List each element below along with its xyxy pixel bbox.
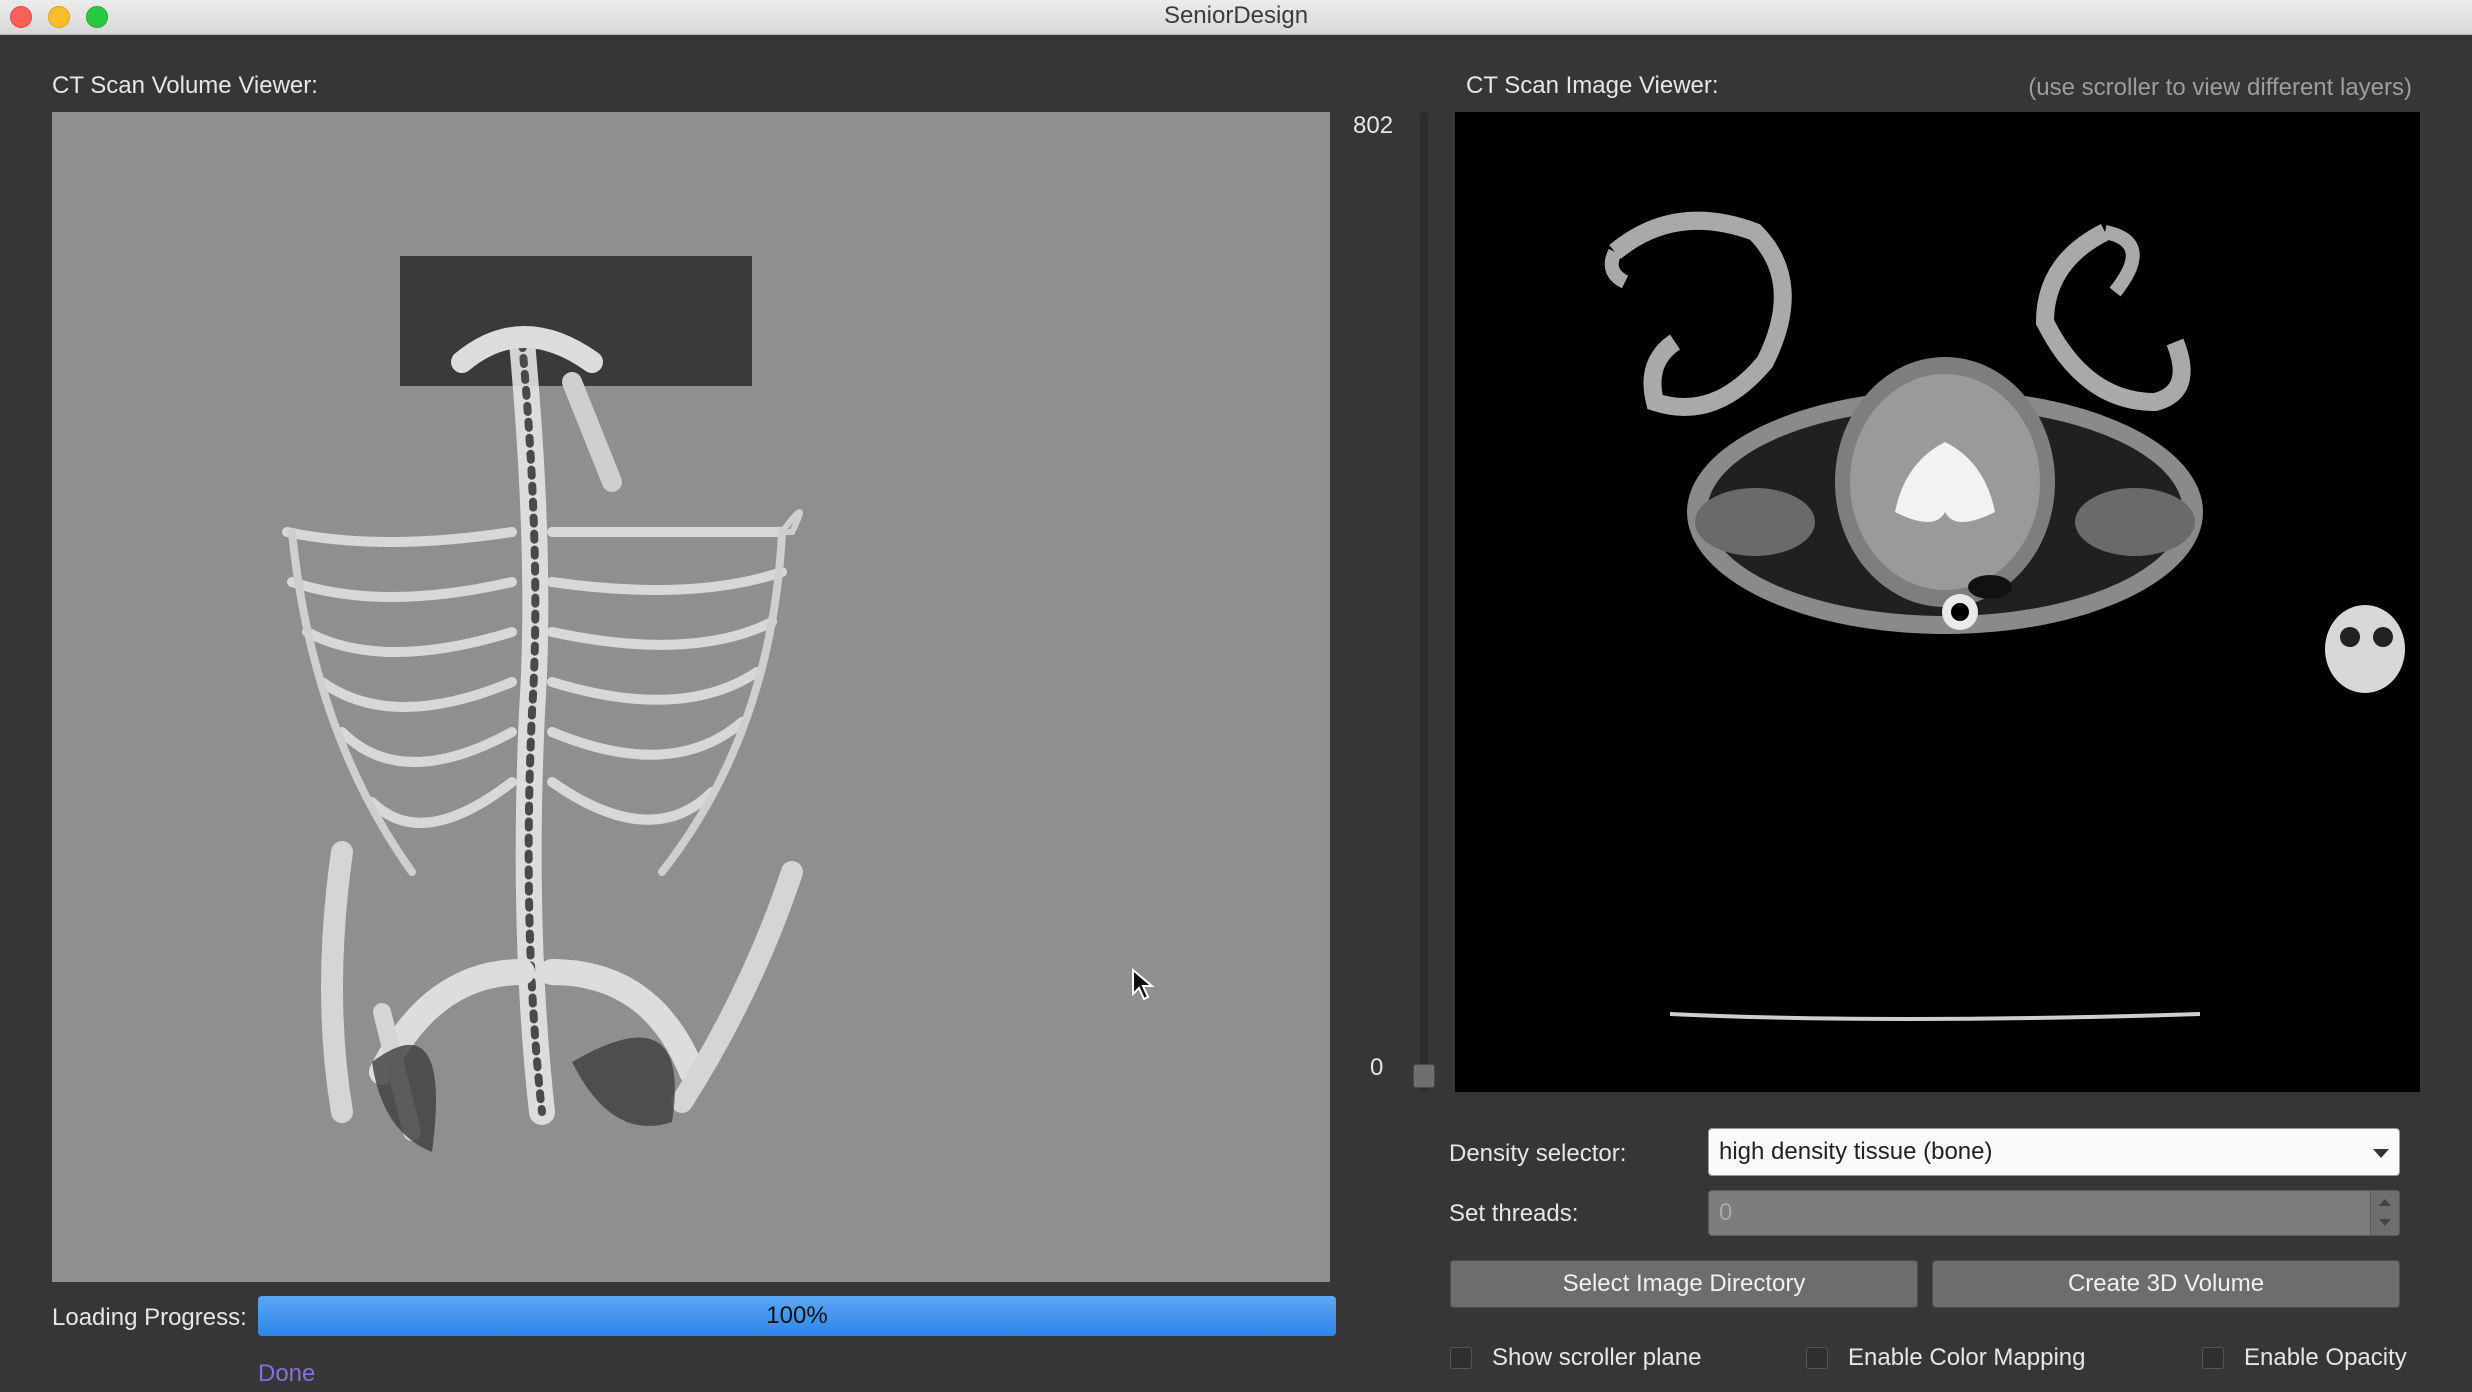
stepper-down-icon[interactable] — [2379, 1219, 2391, 1226]
loading-progress-text: 100% — [766, 1302, 828, 1329]
checkbox-box[interactable] — [1806, 1347, 1828, 1369]
window-title: SeniorDesign — [1163, 2, 1309, 29]
show-scroller-plane-checkbox[interactable]: Show scroller plane — [1450, 1344, 1701, 1372]
select-image-directory-button[interactable]: Select Image Directory — [1450, 1260, 1918, 1308]
loading-progress-label: Loading Progress: — [52, 1304, 247, 1331]
density-selector[interactable]: high density tissue (bone) — [1708, 1128, 2400, 1176]
threads-input[interactable]: 0 — [1708, 1190, 2400, 1236]
layer-slider-min-label: 0 — [1370, 1054, 1384, 1081]
stepper-up-icon[interactable] — [2379, 1199, 2391, 1206]
layer-slider[interactable] — [1420, 112, 1428, 1092]
density-selected-value: high density tissue (bone) — [1719, 1138, 1993, 1165]
checkbox-box[interactable] — [2202, 1347, 2224, 1369]
image-viewer-hint: (use scroller to view different layers) — [2028, 74, 2412, 101]
cursor-icon — [1132, 968, 1155, 1001]
layer-slider-thumb[interactable] — [1413, 1064, 1435, 1088]
checkbox-label: Enable Opacity — [2244, 1344, 2407, 1371]
threads-label: Set threads: — [1449, 1200, 1579, 1227]
threads-stepper[interactable] — [2370, 1191, 2399, 1235]
threads-value: 0 — [1719, 1199, 1733, 1226]
chevron-down-icon — [2373, 1149, 2389, 1158]
loading-status-done: Done — [258, 1360, 316, 1387]
image-viewer-canvas[interactable] — [1455, 112, 2420, 1092]
create-3d-volume-button[interactable]: Create 3D Volume — [1932, 1260, 2400, 1308]
image-viewer-label: CT Scan Image Viewer: — [1466, 72, 1719, 99]
volume-viewer-canvas[interactable] — [52, 112, 1330, 1282]
checkbox-label: Enable Color Mapping — [1848, 1344, 2086, 1371]
layer-slider-max-label: 802 — [1353, 112, 1394, 139]
checkbox-label: Show scroller plane — [1492, 1344, 1702, 1371]
checkbox-box[interactable] — [1450, 1347, 1472, 1369]
loading-progress-bar: 100% — [258, 1296, 1336, 1336]
skeleton-render — [282, 256, 803, 1152]
enable-opacity-checkbox[interactable]: Enable Opacity — [2202, 1344, 2407, 1372]
enable-color-mapping-checkbox[interactable]: Enable Color Mapping — [1806, 1344, 2085, 1372]
title-bar: SeniorDesign — [0, 0, 2472, 35]
ct-slice-image — [1604, 211, 2405, 1021]
volume-viewer-label: CT Scan Volume Viewer: — [52, 72, 318, 99]
density-selector-label: Density selector: — [1449, 1140, 1627, 1167]
